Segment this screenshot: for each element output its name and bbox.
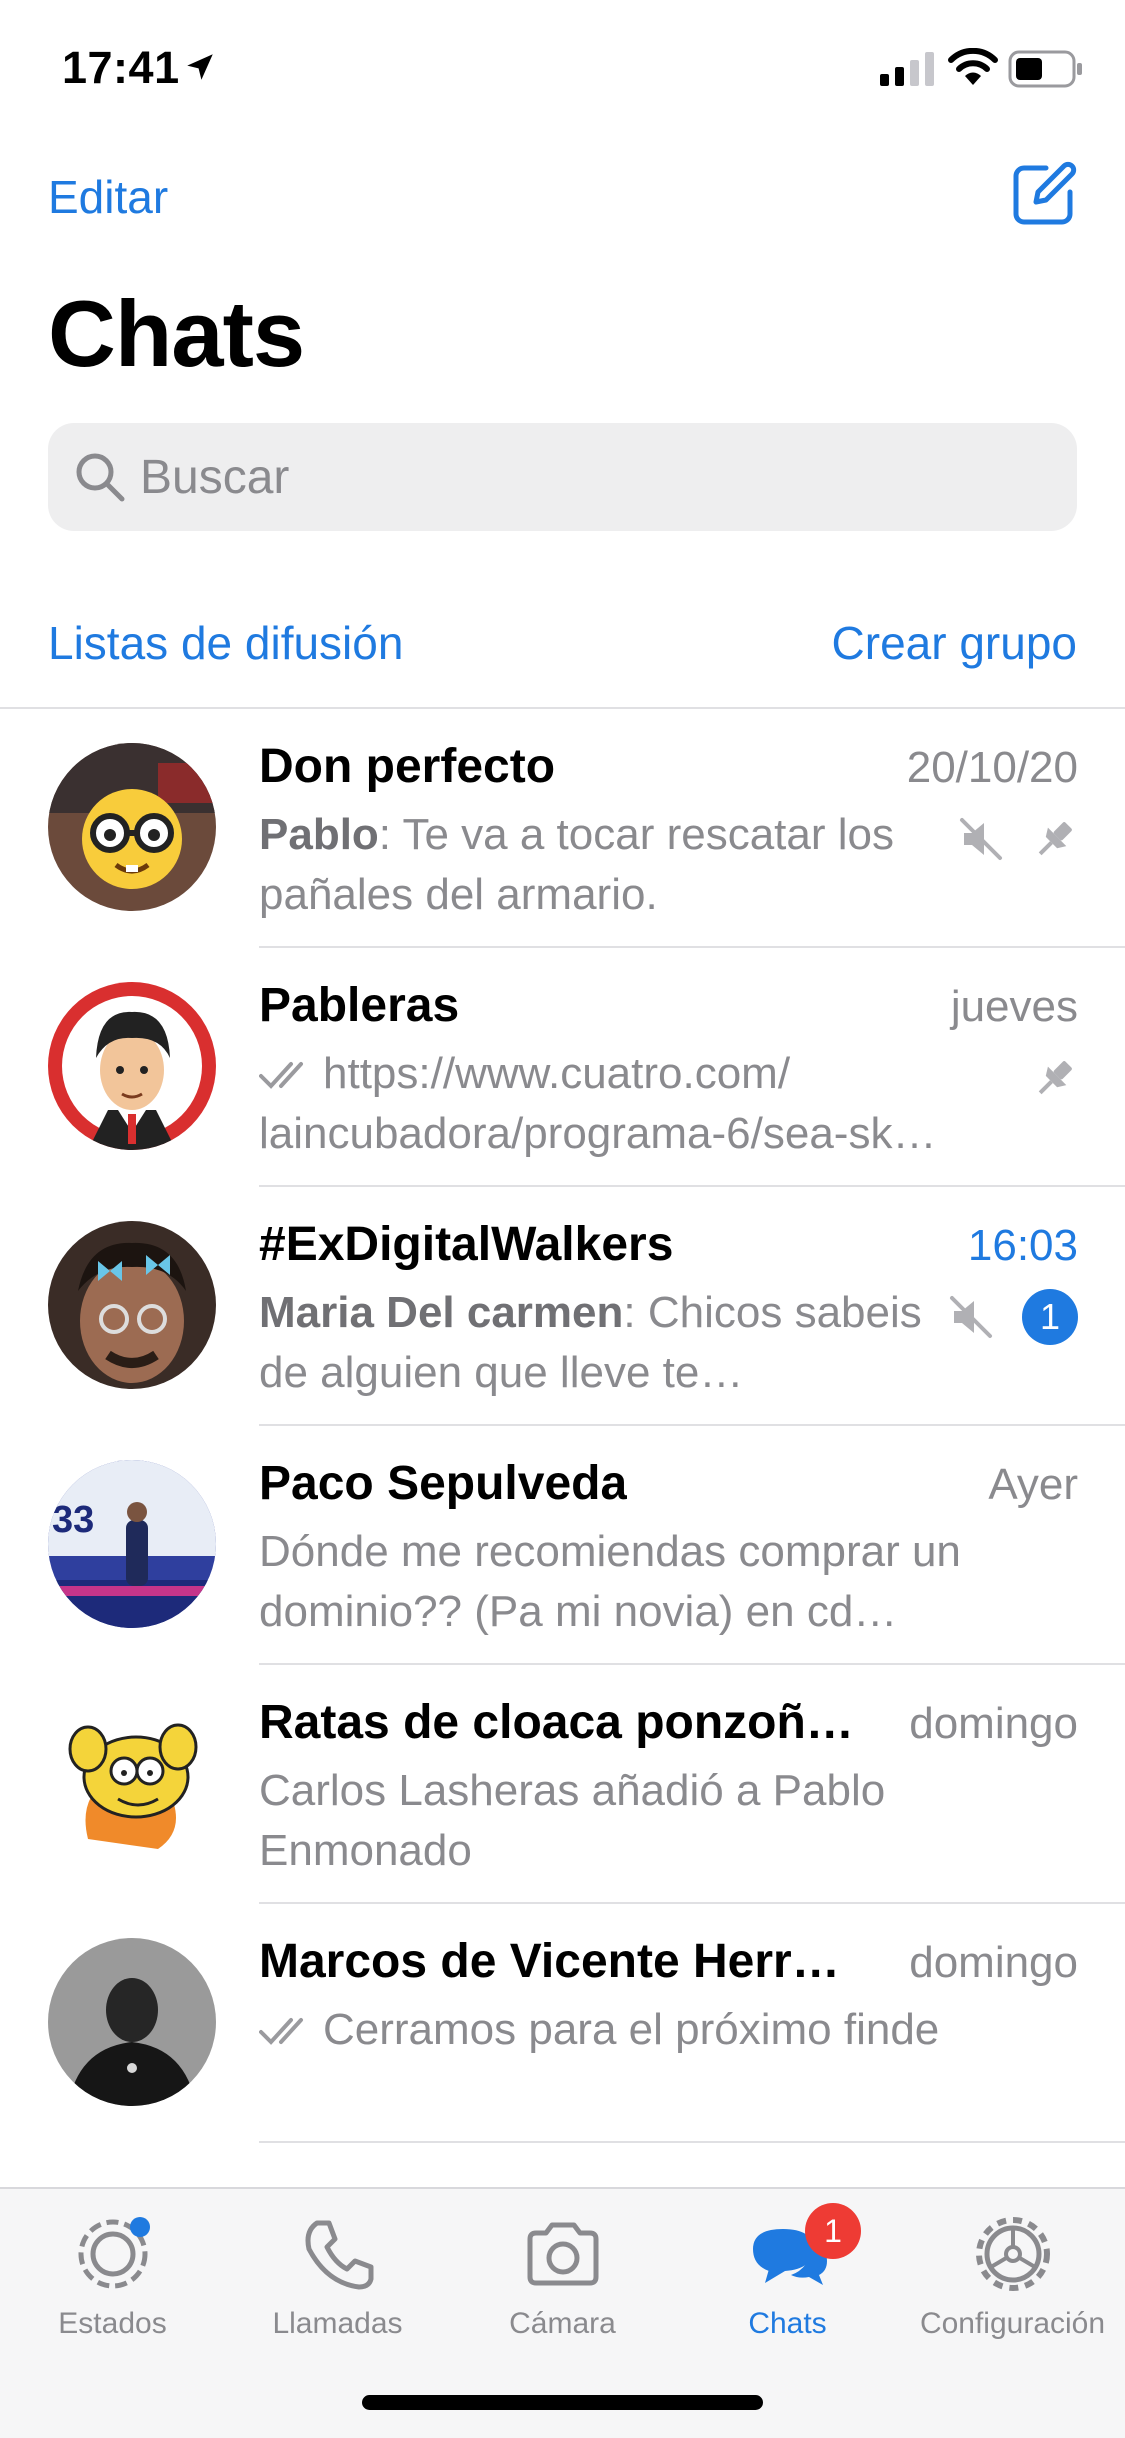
chat-name: Marcos de Vicente Herr…: [259, 1935, 840, 1988]
chat-name: Paco Sepulveda: [259, 1457, 628, 1510]
chat-time: Ayer: [988, 1460, 1078, 1509]
status-bar: 17:41: [0, 0, 1125, 140]
chat-list: Don perfecto 20/10/20 Pablo: Te va a toc…: [0, 709, 1125, 2187]
divider: [259, 2141, 1125, 2143]
read-ticks-icon: [259, 1062, 303, 1089]
chat-sender: Pablo: [259, 810, 379, 859]
tab-label: Configuración: [919, 2307, 1106, 2340]
tab-label: Llamadas: [272, 2307, 403, 2340]
cellular-signal-icon: [880, 52, 934, 86]
chat-message: Dónde me recomiendas comprar un dominio?…: [259, 1527, 961, 1636]
chat-row-don-perfecto[interactable]: Don perfecto 20/10/20 Pablo: Te va a toc…: [0, 709, 1125, 948]
avatar: [48, 743, 216, 911]
search-icon: [76, 453, 125, 502]
tab-label: Chats: [748, 2307, 827, 2340]
chat-status-icons: [958, 809, 1078, 869]
chats-unread-badge: 1: [805, 2203, 861, 2259]
edit-button[interactable]: Editar: [48, 170, 168, 224]
chat-time: 16:03: [967, 1221, 1078, 1270]
chat-preview: Dónde me recomiendas comprar un dominio?…: [259, 1522, 1079, 1642]
chat-name: Pableras: [259, 979, 460, 1032]
chat-name: Ratas de cloaca ponzoñ…: [259, 1696, 854, 1749]
page-title: Chats: [48, 281, 305, 386]
chat-status-icons: [1032, 1048, 1078, 1108]
chat-time: domingo: [909, 1699, 1078, 1748]
camera-icon: [527, 2222, 598, 2286]
chat-row-paco-sepulveda[interactable]: 33 Paco Sepulveda Ayer Dónde me recomien…: [0, 1426, 1125, 1665]
battery-icon: [1008, 50, 1082, 88]
avatar: [48, 1938, 216, 2106]
status-icon: [78, 2217, 150, 2289]
avatar: 33: [48, 1460, 216, 1628]
chat-message: Carlos Lasheras añadió a Pablo Enmonado: [259, 1766, 886, 1875]
chat-preview: Carlos Lasheras añadió a Pablo Enmonado: [259, 1761, 979, 1881]
settings-gear-icon: [975, 2217, 1050, 2291]
tab-configuracion[interactable]: Configuración: [900, 2209, 1125, 2341]
chat-name: Don perfecto: [259, 740, 556, 793]
chat-row-marcos-de-vicente[interactable]: Marcos de Vicente Herr… domingo Cerramos…: [0, 1904, 1125, 2143]
status-time: 17:41: [62, 42, 180, 93]
tab-label: Cámara: [509, 2307, 616, 2340]
chat-time: jueves: [950, 982, 1078, 1031]
svg-text:33: 33: [52, 1499, 94, 1541]
chat-time: domingo: [909, 1938, 1078, 1987]
pin-icon: [1038, 1061, 1072, 1095]
read-ticks-icon: [259, 2018, 303, 2045]
unread-count-badge: 1: [1022, 1289, 1078, 1345]
home-indicator[interactable]: [362, 2395, 763, 2410]
chat-row-pableras[interactable]: Pableras jueves https://www.cuatro.com/ …: [0, 948, 1125, 1187]
chat-preview: Pablo: Te va a tocar rescatar los pañale…: [259, 810, 894, 919]
tab-camara[interactable]: Cámara: [450, 2209, 675, 2341]
tab-label: Estados: [58, 2307, 167, 2340]
tab-chats[interactable]: 1 Chats: [675, 2203, 900, 2341]
chat-preview: Cerramos para el próximo finde: [259, 2000, 1079, 2060]
chat-preview: https://www.cuatro.com/ laincubadora/pro…: [259, 1044, 979, 1164]
tab-llamadas[interactable]: Llamadas: [225, 2209, 450, 2341]
tab-estados[interactable]: Estados: [0, 2209, 225, 2341]
pin-icon: [1038, 822, 1072, 856]
chat-sender: Maria Del carmen: [259, 1288, 624, 1337]
avatar: [48, 982, 216, 1150]
search-input[interactable]: Buscar: [48, 423, 1077, 531]
compose-icon[interactable]: [1010, 160, 1078, 228]
chat-name: #ExDigitalWalkers: [259, 1218, 674, 1271]
chat-row-ratas-de-cloaca[interactable]: Ratas de cloaca ponzoñ… domingo Carlos L…: [0, 1665, 1125, 1904]
chat-status-icons: 1: [948, 1287, 1078, 1347]
chat-message: https://www.cuatro.com/ laincubadora/pro…: [259, 1049, 937, 1158]
chat-preview: Maria Del carmen: Chicos sabeis de algui…: [259, 1288, 922, 1397]
search-placeholder: Buscar: [140, 451, 290, 504]
chat-message: Cerramos para el próximo finde: [323, 2005, 940, 2054]
phone-icon: [305, 2220, 373, 2290]
muted-icon: [960, 818, 1002, 860]
new-group-link[interactable]: Crear grupo: [832, 616, 1077, 670]
avatar: [48, 1699, 216, 1867]
location-arrow-icon: [187, 54, 213, 80]
chat-time: 20/10/20: [906, 743, 1078, 792]
avatar: [48, 1221, 216, 1389]
wifi-icon: [948, 48, 998, 85]
chat-row-exdigitalwalkers[interactable]: #ExDigitalWalkers 16:03 Maria Del carmen…: [0, 1187, 1125, 1426]
broadcast-lists-link[interactable]: Listas de difusión: [48, 616, 403, 670]
muted-icon: [950, 1296, 992, 1338]
